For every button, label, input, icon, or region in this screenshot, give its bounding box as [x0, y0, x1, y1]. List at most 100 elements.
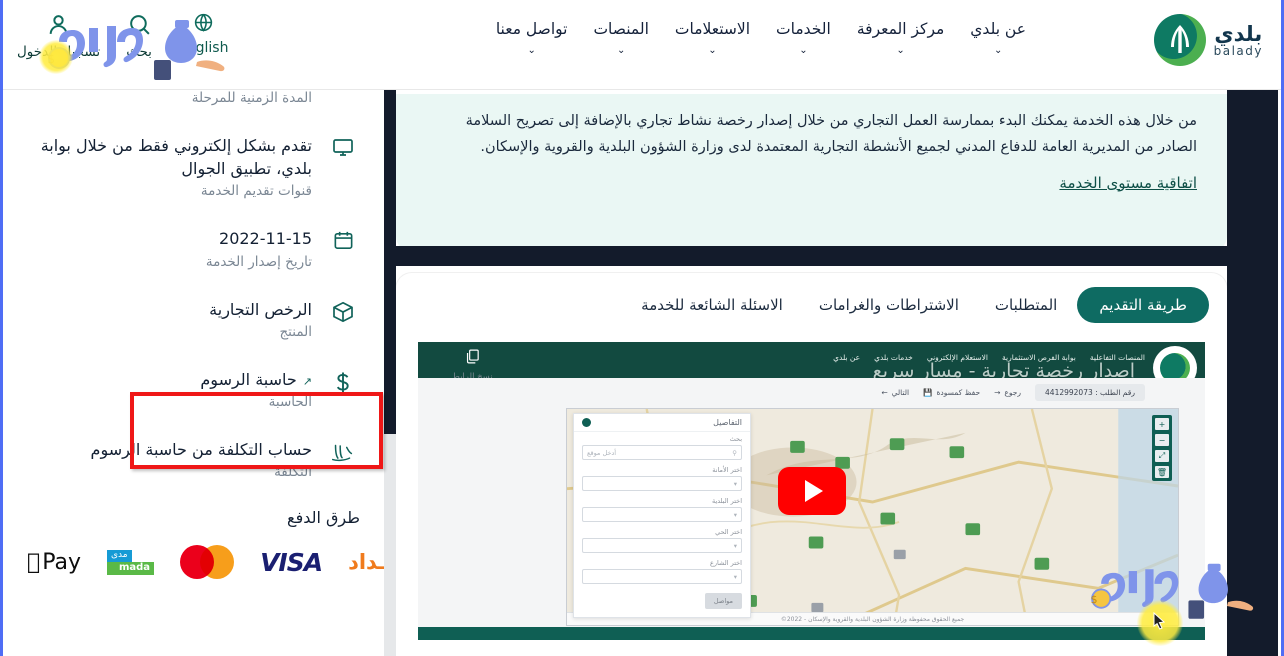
product-row: الرخص التجارية المنتج [21, 284, 366, 354]
mastercard-logo-icon [180, 545, 235, 580]
next-button: التالي ← [881, 388, 909, 397]
arrow-left-icon: → [994, 387, 1001, 397]
search-label: بحث [126, 44, 152, 60]
field-label: اختر الشارع [709, 559, 742, 567]
copy-link-button[interactable]: نسخ الرابط [452, 348, 493, 382]
cost-row: حساب التكلفة من حاسبة الرسوم التكلفة [21, 424, 366, 494]
save-draft-button: حفظ كمسودة 💾 [923, 388, 980, 397]
video-request-toolbar: رقم الطلب : 4412992073 رجوع → حفظ كمسودة… [418, 378, 1205, 406]
service-tabs[interactable]: طريقة التقديم المتطلبات الاشتراطات والغر… [396, 273, 1227, 333]
login-button[interactable]: تسجيل الدخول [17, 12, 100, 60]
accessibility-button[interactable]: الإع [0, 24, 1, 69]
next-label: التالي [891, 387, 910, 397]
tab-faq[interactable]: الاسئلة الشائعة للخدمة [625, 287, 799, 323]
field-label: اختر الأمانة [712, 466, 742, 474]
nav-item-inquiries[interactable]: الاستعلامات ⌄ [675, 18, 750, 58]
stage-duration-body: المدة الزمنية للمرحلة [27, 90, 312, 106]
service-notice-text: من خلال هذه الخدمة يمكنك البدء بممارسة ا… [465, 113, 1197, 156]
fees-calculator-link[interactable]: ↗ حاسبة الرسوم [27, 368, 312, 391]
package-icon [326, 298, 360, 324]
chevron-down-icon: ⌄ [616, 45, 626, 57]
fees-calculator-value: حاسبة الرسوم [200, 369, 297, 389]
balady-palm-logo-icon [1153, 14, 1206, 66]
sadad-logo-icon: سـداد [334, 550, 384, 575]
clock-icon [326, 90, 360, 92]
map-form-field-amanah: اختر الأمانة ▾ [574, 463, 750, 494]
mada-label-en: mada [106, 561, 155, 575]
map-form-submit-button: مواصل [704, 593, 742, 609]
issue-date-row: 2022-11-15 تاريخ إصدار الخدمة [21, 213, 366, 283]
nav-label: مركز المعرفة [856, 20, 945, 38]
save-draft-label: حفظ كمسودة [936, 387, 981, 397]
nav-item-knowledge-center[interactable]: مركز المعرفة ⌄ [857, 18, 944, 58]
fullscreen-icon: ⤢ [1155, 450, 1169, 462]
product-body: الرخص التجارية المنتج [27, 298, 312, 340]
zoom-in-icon: + [1155, 418, 1169, 430]
chevron-down-icon: ⌄ [708, 45, 717, 57]
page-root: بلدي balady عن بلدي ⌄ مركز المعرفة ⌄ الخ… [0, 0, 1284, 656]
mastercard-circles [180, 545, 235, 580]
chevron-down-icon: ⌄ [799, 45, 808, 57]
issue-date-label: تاريخ إصدار الخدمة [205, 253, 312, 270]
nav-label: المنصات [593, 20, 649, 38]
fees-calculator-row[interactable]: ↗ حاسبة الرسوم الحاسبة [21, 354, 366, 424]
field-label: بحث [729, 435, 742, 443]
service-tabs-card: طريقة التقديم المتطلبات الاشتراطات والغر… [396, 273, 1227, 656]
nav-item-contact[interactable]: تواصل معنا ⌄ [496, 18, 568, 58]
video-map-area: + − ⤢ 🗑 التفاصيل بحث ⚲ أدخل موقع اختر ال… [566, 408, 1179, 626]
district-select: ▾ [582, 538, 742, 553]
language-toggle-button[interactable]: English [178, 12, 228, 56]
header-tools[interactable]: English بحث تسجيل الدخول [17, 12, 228, 60]
location-search-input: ⚲ أدخل موقع [582, 445, 742, 460]
tab-conditions-fines[interactable]: الاشتراطات والغرامات [803, 287, 975, 323]
nav-item-services[interactable]: الخدمات ⌄ [776, 18, 831, 58]
service-channels-body: تقدم بشكل إلكتروني فقط من خلال بوابة بلد… [27, 134, 312, 199]
map-form-field-search: بحث ⚲ أدخل موقع [574, 432, 750, 463]
cost-value: حساب التكلفة من حاسبة الرسوم [90, 439, 312, 459]
nav-label: عن بلدي [970, 20, 1026, 38]
chevron-down-icon: ▾ [733, 572, 737, 581]
sla-link[interactable]: اتفاقية مستوى الخدمة [1059, 174, 1197, 192]
dollar-icon [326, 368, 360, 396]
riyal-icon [326, 438, 360, 466]
chevron-down-icon: ⌄ [527, 45, 536, 57]
tab-requirements[interactable]: المتطلبات [979, 287, 1073, 323]
service-channels-row: تقدم بشكل إلكتروني فقط من خلال بوابة بلد… [21, 120, 366, 213]
nav-item-about[interactable]: عن بلدي ⌄ [970, 18, 1026, 58]
payment-methods-list: Pay مدى mada VISA سـداد [21, 529, 384, 589]
calendar-icon [326, 227, 360, 252]
issue-date-value: 2022-11-15 [219, 229, 312, 249]
map-form-title: التفاصيل [713, 418, 742, 427]
map-form-field-district: اختر الحي ▾ [574, 525, 750, 556]
sidebar-scroll-area[interactable]: المدة الزمنية للمرحلة تقدم بشكل إلكتروني… [3, 90, 384, 656]
map-details-form: التفاصيل بحث ⚲ أدخل موقع اختر الأمانة ▾ … [573, 413, 751, 618]
stage-duration-label: المدة الزمنية للمرحلة [191, 90, 312, 106]
play-button[interactable] [777, 467, 846, 515]
service-channels-value: تقدم بشكل إلكتروني فقط من خلال بوابة بلد… [40, 136, 312, 179]
search-icon: ⚲ [732, 448, 737, 457]
fees-calculator-body[interactable]: ↗ حاسبة الرسوم الحاسبة [27, 368, 312, 410]
copy-icon [464, 348, 481, 369]
tab-submission-method[interactable]: طريقة التقديم [1077, 287, 1209, 323]
product-value: الرخص التجارية [209, 299, 312, 319]
search-button[interactable]: بحث [126, 12, 152, 60]
amanah-select: ▾ [582, 476, 742, 491]
main-navigation[interactable]: عن بلدي ⌄ مركز المعرفة ⌄ الخدمات ⌄ الاست… [496, 18, 1026, 58]
play-triangle-icon [804, 480, 823, 502]
map-form-field-street: اختر الشارع ▾ [574, 556, 750, 587]
zoom-out-icon: − [1155, 434, 1169, 446]
service-video-player[interactable]: المنصات التفاعلية بوابة الفرص الاستثماري… [418, 342, 1205, 640]
external-link-icon: ↗ [302, 374, 312, 388]
request-number-pill: رقم الطلب : 4412992073 [1035, 383, 1145, 401]
nav-item-platforms[interactable]: المنصات ⌄ [593, 18, 648, 58]
back-button: رجوع → [994, 388, 1021, 397]
back-label: رجوع [1004, 387, 1022, 397]
chevron-down-icon: ⌄ [896, 45, 905, 57]
apple-mark:  [27, 550, 40, 575]
brand-logo[interactable]: بلدي balady [1153, 14, 1263, 66]
nav-label: تواصل معنا [495, 20, 568, 38]
map-form-field-municipality: اختر البلدية ▾ [574, 494, 750, 525]
brand-text: بلدي balady [1214, 23, 1263, 58]
user-icon [46, 12, 71, 41]
stage-duration-row: المدة الزمنية للمرحلة [21, 90, 366, 120]
